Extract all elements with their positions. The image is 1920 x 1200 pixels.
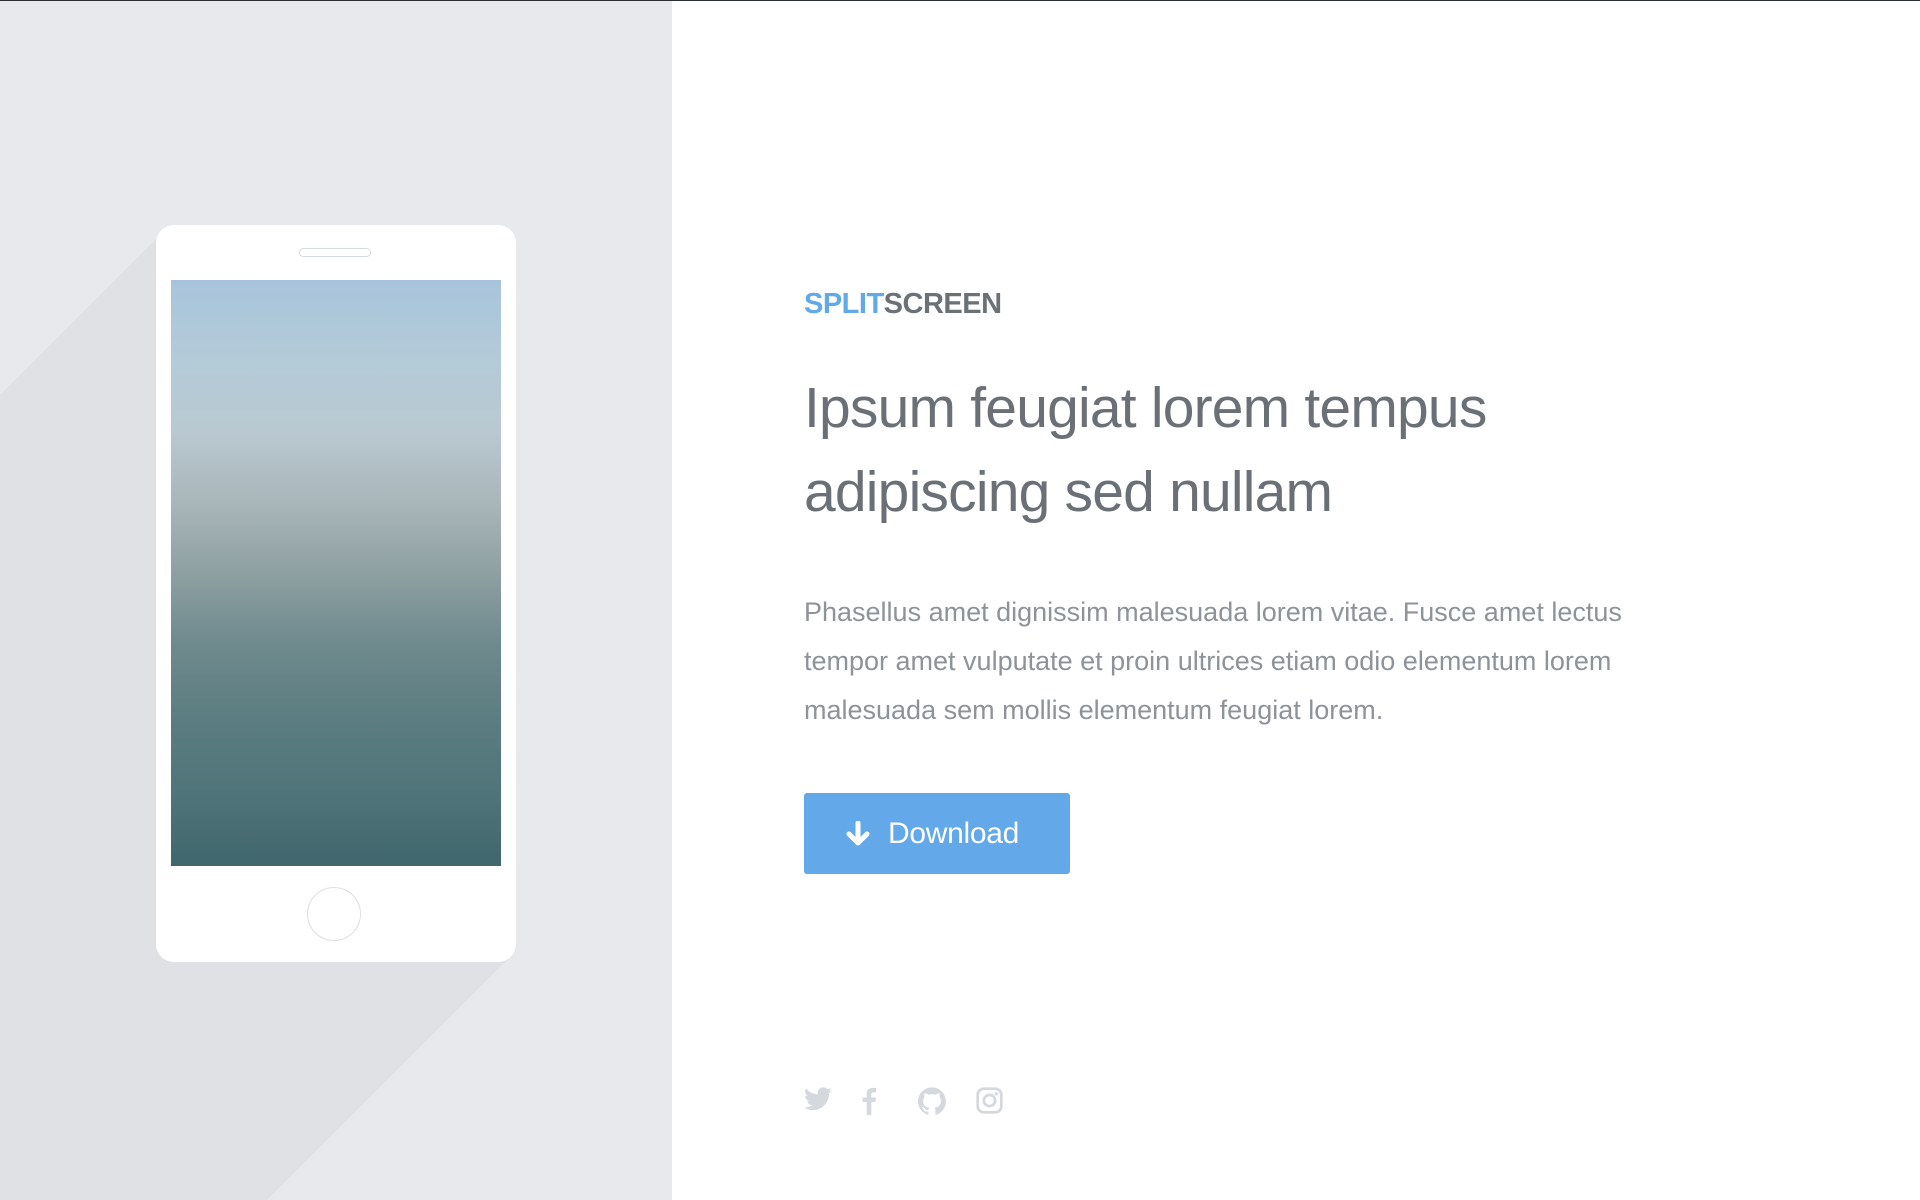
- main-content: SPLITSCREEN Ipsum feugiat lorem tempus a…: [804, 286, 1704, 874]
- brand-logo-rest: SCREEN: [883, 288, 1002, 320]
- page-headline: Ipsum feugiat lorem tempus adipiscing se…: [804, 376, 1487, 524]
- phone-speaker: [299, 248, 371, 257]
- download-button-label: Download: [888, 816, 1020, 850]
- social-links: [804, 1087, 1034, 1115]
- instagram-icon[interactable]: [976, 1087, 1004, 1115]
- download-button[interactable]: Download: [804, 793, 1070, 874]
- phone-home-button: [307, 887, 361, 941]
- github-icon[interactable]: [918, 1087, 946, 1115]
- twitter-icon[interactable]: [804, 1087, 832, 1115]
- facebook-icon[interactable]: [862, 1087, 878, 1115]
- arrow-down-icon: [844, 820, 872, 848]
- brand-logo-accent: SPLIT: [804, 288, 884, 320]
- left-panel: [0, 1, 672, 1200]
- phone-mockup: [156, 225, 516, 962]
- phone-screen-image: [171, 280, 501, 866]
- page: SPLITSCREEN Ipsum feugiat lorem tempus a…: [0, 0, 1920, 1200]
- brand-logo: SPLITSCREEN: [804, 286, 1704, 322]
- page-description: Phasellus amet dignissim malesuada lorem…: [804, 597, 1622, 725]
